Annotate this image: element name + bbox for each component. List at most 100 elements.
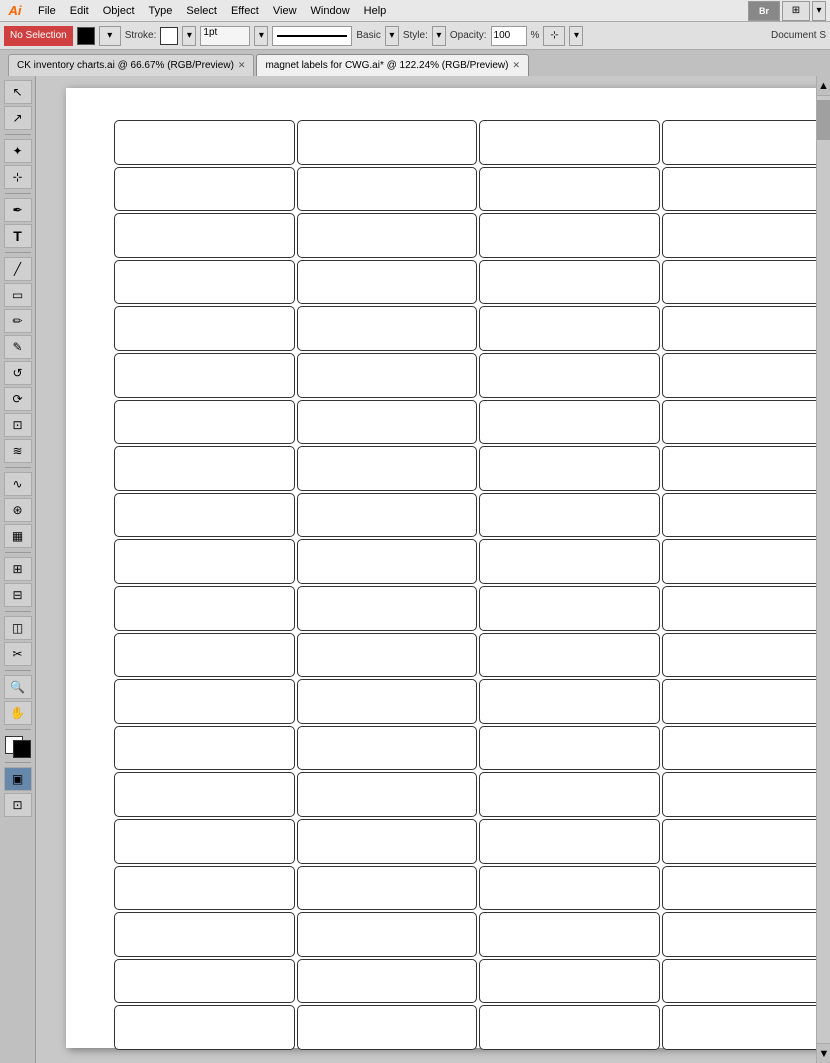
label-cell[interactable]: [479, 400, 660, 445]
workspace-btn[interactable]: ⊞: [782, 1, 810, 21]
label-cell[interactable]: [662, 912, 817, 957]
label-cell[interactable]: [662, 679, 817, 724]
tool-zoom[interactable]: 🔍: [4, 675, 32, 699]
label-cell[interactable]: [479, 446, 660, 491]
menu-file[interactable]: File: [32, 3, 62, 19]
stroke-weight[interactable]: 1pt: [200, 26, 250, 46]
tool-blend[interactable]: ∿: [4, 472, 32, 496]
label-cell[interactable]: [114, 633, 295, 678]
menu-view[interactable]: View: [267, 3, 303, 19]
basic-arrow[interactable]: ▾: [385, 26, 399, 46]
bridge-btn[interactable]: Br: [748, 1, 780, 21]
style-arrow[interactable]: ▾: [432, 26, 446, 46]
label-cell[interactable]: [297, 726, 478, 771]
stroke-weight-arrow[interactable]: ▾: [254, 26, 268, 46]
fill-color[interactable]: [77, 27, 95, 45]
label-cell[interactable]: [114, 493, 295, 538]
label-cell[interactable]: [114, 213, 295, 258]
tool-scale[interactable]: ⊡: [4, 413, 32, 437]
label-cell[interactable]: [114, 959, 295, 1004]
label-cell[interactable]: [662, 633, 817, 678]
label-cell[interactable]: [297, 633, 478, 678]
menu-type[interactable]: Type: [143, 3, 179, 19]
label-cell[interactable]: [114, 446, 295, 491]
label-cell[interactable]: [479, 586, 660, 631]
menu-edit[interactable]: Edit: [64, 3, 95, 19]
label-cell[interactable]: [114, 1005, 295, 1050]
label-cell[interactable]: [662, 1005, 817, 1050]
label-cell[interactable]: [662, 120, 817, 165]
label-cell[interactable]: [297, 306, 478, 351]
label-cell[interactable]: [297, 539, 478, 584]
scroll-up-btn[interactable]: ▲: [817, 76, 830, 96]
label-cell[interactable]: [479, 306, 660, 351]
tool-normal-mode[interactable]: ▣: [4, 767, 32, 791]
label-cell[interactable]: [479, 726, 660, 771]
label-cell[interactable]: [662, 167, 817, 212]
label-cell[interactable]: [114, 819, 295, 864]
tool-slice[interactable]: ⊟: [4, 583, 32, 607]
scroll-down-btn[interactable]: ▼: [817, 1043, 830, 1063]
tab-magnet-labels[interactable]: magnet labels for CWG.ai* @ 122.24% (RGB…: [256, 54, 529, 76]
label-cell[interactable]: [479, 539, 660, 584]
label-cell[interactable]: [114, 260, 295, 305]
menu-object[interactable]: Object: [97, 3, 141, 19]
label-cell[interactable]: [114, 866, 295, 911]
label-cell[interactable]: [479, 260, 660, 305]
label-cell[interactable]: [662, 213, 817, 258]
label-cell[interactable]: [297, 679, 478, 724]
label-cell[interactable]: [662, 306, 817, 351]
label-cell[interactable]: [297, 959, 478, 1004]
label-cell[interactable]: [114, 726, 295, 771]
label-cell[interactable]: [297, 213, 478, 258]
label-cell[interactable]: [479, 912, 660, 957]
label-cell[interactable]: [479, 866, 660, 911]
tool-artboard[interactable]: ⊞: [4, 557, 32, 581]
label-cell[interactable]: [114, 120, 295, 165]
tool-reflect[interactable]: ⟳: [4, 387, 32, 411]
label-cell[interactable]: [114, 400, 295, 445]
opacity-options[interactable]: ⊹: [543, 26, 565, 46]
tool-rotate[interactable]: ↺: [4, 361, 32, 385]
label-cell[interactable]: [662, 446, 817, 491]
scroll-thumb[interactable]: [817, 100, 830, 140]
tool-magic-wand[interactable]: ✦: [4, 139, 32, 163]
canvas-area[interactable]: [36, 76, 816, 1063]
label-cell[interactable]: [297, 586, 478, 631]
label-cell[interactable]: [662, 586, 817, 631]
label-cell[interactable]: [297, 866, 478, 911]
label-cell[interactable]: [479, 679, 660, 724]
label-cell[interactable]: [662, 260, 817, 305]
stroke-color[interactable]: [160, 27, 178, 45]
tool-pen[interactable]: ✒: [4, 198, 32, 222]
label-cell[interactable]: [297, 400, 478, 445]
opacity-input[interactable]: [491, 26, 527, 46]
tool-scissors[interactable]: ✂: [4, 642, 32, 666]
tool-rect[interactable]: ▭: [4, 283, 32, 307]
tool-screen-mode[interactable]: ⊡: [4, 793, 32, 817]
label-cell[interactable]: [297, 493, 478, 538]
label-cell[interactable]: [479, 493, 660, 538]
fill-arrow[interactable]: ▾: [99, 26, 121, 46]
label-cell[interactable]: [479, 772, 660, 817]
opacity-arrow[interactable]: ▾: [569, 26, 583, 46]
tool-line[interactable]: ╱: [4, 257, 32, 281]
label-cell[interactable]: [662, 400, 817, 445]
label-cell[interactable]: [662, 819, 817, 864]
label-cell[interactable]: [297, 819, 478, 864]
label-cell[interactable]: [297, 772, 478, 817]
label-cell[interactable]: [297, 353, 478, 398]
workspace-arrow[interactable]: ▾: [812, 1, 826, 21]
tool-type[interactable]: T: [4, 224, 32, 248]
label-cell[interactable]: [297, 167, 478, 212]
label-cell[interactable]: [662, 493, 817, 538]
label-cell[interactable]: [297, 120, 478, 165]
label-cell[interactable]: [114, 772, 295, 817]
label-cell[interactable]: [662, 959, 817, 1004]
tool-symbol[interactable]: ⊛: [4, 498, 32, 522]
tool-warp[interactable]: ≋: [4, 439, 32, 463]
tool-eraser[interactable]: ◫: [4, 616, 32, 640]
tool-arrow[interactable]: ↖: [4, 80, 32, 104]
label-cell[interactable]: [662, 353, 817, 398]
tool-lasso[interactable]: ⊹: [4, 165, 32, 189]
